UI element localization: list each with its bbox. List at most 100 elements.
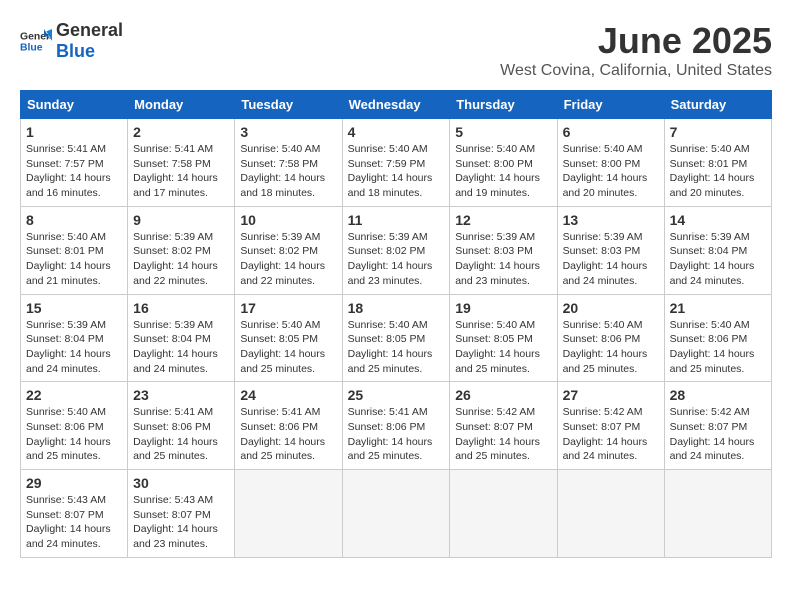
day-cell-29: 29 Sunrise: 5:43 AM Sunset: 8:07 PM Dayl… [21, 470, 128, 558]
day-info: Sunrise: 5:39 AM Sunset: 8:02 PM Dayligh… [133, 230, 229, 289]
day-number: 5 [455, 124, 551, 140]
week-row-3: 15 Sunrise: 5:39 AM Sunset: 8:04 PM Dayl… [21, 294, 772, 382]
month-title: June 2025 [500, 20, 772, 62]
day-cell-25: 25 Sunrise: 5:41 AM Sunset: 8:06 PM Dayl… [342, 382, 450, 470]
day-info: Sunrise: 5:40 AM Sunset: 8:06 PM Dayligh… [26, 405, 122, 464]
week-row-2: 8 Sunrise: 5:40 AM Sunset: 8:01 PM Dayli… [21, 206, 772, 294]
day-number: 23 [133, 387, 229, 403]
day-cell-9: 9 Sunrise: 5:39 AM Sunset: 8:02 PM Dayli… [128, 206, 235, 294]
location-text: West Covina, California, United States [500, 62, 772, 80]
day-info: Sunrise: 5:41 AM Sunset: 7:57 PM Dayligh… [26, 142, 122, 201]
day-number: 15 [26, 300, 122, 316]
empty-cell [664, 470, 771, 558]
empty-cell [235, 470, 342, 558]
day-number: 12 [455, 212, 551, 228]
day-number: 26 [455, 387, 551, 403]
day-number: 25 [348, 387, 445, 403]
day-cell-17: 17 Sunrise: 5:40 AM Sunset: 8:05 PM Dayl… [235, 294, 342, 382]
day-number: 4 [348, 124, 445, 140]
day-cell-4: 4 Sunrise: 5:40 AM Sunset: 7:59 PM Dayli… [342, 119, 450, 207]
day-cell-15: 15 Sunrise: 5:39 AM Sunset: 8:04 PM Dayl… [21, 294, 128, 382]
day-cell-24: 24 Sunrise: 5:41 AM Sunset: 8:06 PM Dayl… [235, 382, 342, 470]
day-info: Sunrise: 5:40 AM Sunset: 8:06 PM Dayligh… [670, 318, 766, 377]
weekday-header-friday: Friday [557, 91, 664, 119]
day-info: Sunrise: 5:40 AM Sunset: 8:00 PM Dayligh… [455, 142, 551, 201]
day-cell-5: 5 Sunrise: 5:40 AM Sunset: 8:00 PM Dayli… [450, 119, 557, 207]
calendar-table: SundayMondayTuesdayWednesdayThursdayFrid… [20, 90, 772, 558]
logo: General Blue General Blue [20, 20, 123, 62]
day-number: 17 [240, 300, 336, 316]
day-cell-30: 30 Sunrise: 5:43 AM Sunset: 8:07 PM Dayl… [128, 470, 235, 558]
day-cell-14: 14 Sunrise: 5:39 AM Sunset: 8:04 PM Dayl… [664, 206, 771, 294]
weekday-header-row: SundayMondayTuesdayWednesdayThursdayFrid… [21, 91, 772, 119]
title-block: June 2025 West Covina, California, Unite… [500, 20, 772, 80]
day-cell-28: 28 Sunrise: 5:42 AM Sunset: 8:07 PM Dayl… [664, 382, 771, 470]
day-info: Sunrise: 5:40 AM Sunset: 7:59 PM Dayligh… [348, 142, 445, 201]
day-info: Sunrise: 5:40 AM Sunset: 8:06 PM Dayligh… [563, 318, 659, 377]
day-cell-27: 27 Sunrise: 5:42 AM Sunset: 8:07 PM Dayl… [557, 382, 664, 470]
day-info: Sunrise: 5:39 AM Sunset: 8:03 PM Dayligh… [563, 230, 659, 289]
day-number: 30 [133, 475, 229, 491]
day-cell-26: 26 Sunrise: 5:42 AM Sunset: 8:07 PM Dayl… [450, 382, 557, 470]
day-info: Sunrise: 5:39 AM Sunset: 8:04 PM Dayligh… [670, 230, 766, 289]
day-cell-10: 10 Sunrise: 5:39 AM Sunset: 8:02 PM Dayl… [235, 206, 342, 294]
day-info: Sunrise: 5:40 AM Sunset: 8:05 PM Dayligh… [455, 318, 551, 377]
day-number: 8 [26, 212, 122, 228]
day-number: 7 [670, 124, 766, 140]
day-number: 3 [240, 124, 336, 140]
week-row-1: 1 Sunrise: 5:41 AM Sunset: 7:57 PM Dayli… [21, 119, 772, 207]
day-number: 24 [240, 387, 336, 403]
day-cell-22: 22 Sunrise: 5:40 AM Sunset: 8:06 PM Dayl… [21, 382, 128, 470]
weekday-header-sunday: Sunday [21, 91, 128, 119]
svg-text:Blue: Blue [20, 43, 43, 54]
day-info: Sunrise: 5:41 AM Sunset: 8:06 PM Dayligh… [348, 405, 445, 464]
weekday-header-monday: Monday [128, 91, 235, 119]
day-number: 9 [133, 212, 229, 228]
day-cell-16: 16 Sunrise: 5:39 AM Sunset: 8:04 PM Dayl… [128, 294, 235, 382]
day-info: Sunrise: 5:40 AM Sunset: 8:05 PM Dayligh… [240, 318, 336, 377]
day-cell-12: 12 Sunrise: 5:39 AM Sunset: 8:03 PM Dayl… [450, 206, 557, 294]
day-number: 2 [133, 124, 229, 140]
day-cell-18: 18 Sunrise: 5:40 AM Sunset: 8:05 PM Dayl… [342, 294, 450, 382]
day-cell-8: 8 Sunrise: 5:40 AM Sunset: 8:01 PM Dayli… [21, 206, 128, 294]
week-row-4: 22 Sunrise: 5:40 AM Sunset: 8:06 PM Dayl… [21, 382, 772, 470]
day-info: Sunrise: 5:42 AM Sunset: 8:07 PM Dayligh… [670, 405, 766, 464]
day-info: Sunrise: 5:42 AM Sunset: 8:07 PM Dayligh… [563, 405, 659, 464]
week-row-5: 29 Sunrise: 5:43 AM Sunset: 8:07 PM Dayl… [21, 470, 772, 558]
day-info: Sunrise: 5:40 AM Sunset: 7:58 PM Dayligh… [240, 142, 336, 201]
day-info: Sunrise: 5:42 AM Sunset: 8:07 PM Dayligh… [455, 405, 551, 464]
empty-cell [557, 470, 664, 558]
day-number: 11 [348, 212, 445, 228]
day-info: Sunrise: 5:39 AM Sunset: 8:04 PM Dayligh… [133, 318, 229, 377]
empty-cell [342, 470, 450, 558]
day-info: Sunrise: 5:41 AM Sunset: 7:58 PM Dayligh… [133, 142, 229, 201]
day-info: Sunrise: 5:39 AM Sunset: 8:02 PM Dayligh… [348, 230, 445, 289]
page-header: General Blue General Blue June 2025 West… [20, 20, 772, 80]
day-info: Sunrise: 5:43 AM Sunset: 8:07 PM Dayligh… [26, 493, 122, 552]
day-number: 14 [670, 212, 766, 228]
weekday-header-thursday: Thursday [450, 91, 557, 119]
day-cell-13: 13 Sunrise: 5:39 AM Sunset: 8:03 PM Dayl… [557, 206, 664, 294]
day-number: 27 [563, 387, 659, 403]
day-info: Sunrise: 5:39 AM Sunset: 8:02 PM Dayligh… [240, 230, 336, 289]
day-cell-11: 11 Sunrise: 5:39 AM Sunset: 8:02 PM Dayl… [342, 206, 450, 294]
logo-icon: General Blue [20, 25, 52, 57]
logo-blue-text: Blue [56, 41, 95, 61]
day-number: 10 [240, 212, 336, 228]
day-info: Sunrise: 5:41 AM Sunset: 8:06 PM Dayligh… [240, 405, 336, 464]
day-number: 21 [670, 300, 766, 316]
weekday-header-saturday: Saturday [664, 91, 771, 119]
day-cell-23: 23 Sunrise: 5:41 AM Sunset: 8:06 PM Dayl… [128, 382, 235, 470]
day-cell-20: 20 Sunrise: 5:40 AM Sunset: 8:06 PM Dayl… [557, 294, 664, 382]
day-cell-6: 6 Sunrise: 5:40 AM Sunset: 8:00 PM Dayli… [557, 119, 664, 207]
weekday-header-tuesday: Tuesday [235, 91, 342, 119]
day-number: 6 [563, 124, 659, 140]
day-info: Sunrise: 5:40 AM Sunset: 8:01 PM Dayligh… [26, 230, 122, 289]
day-info: Sunrise: 5:41 AM Sunset: 8:06 PM Dayligh… [133, 405, 229, 464]
day-cell-2: 2 Sunrise: 5:41 AM Sunset: 7:58 PM Dayli… [128, 119, 235, 207]
day-cell-1: 1 Sunrise: 5:41 AM Sunset: 7:57 PM Dayli… [21, 119, 128, 207]
day-info: Sunrise: 5:40 AM Sunset: 8:00 PM Dayligh… [563, 142, 659, 201]
day-info: Sunrise: 5:43 AM Sunset: 8:07 PM Dayligh… [133, 493, 229, 552]
day-info: Sunrise: 5:39 AM Sunset: 8:04 PM Dayligh… [26, 318, 122, 377]
logo-general-text: General [56, 20, 123, 40]
